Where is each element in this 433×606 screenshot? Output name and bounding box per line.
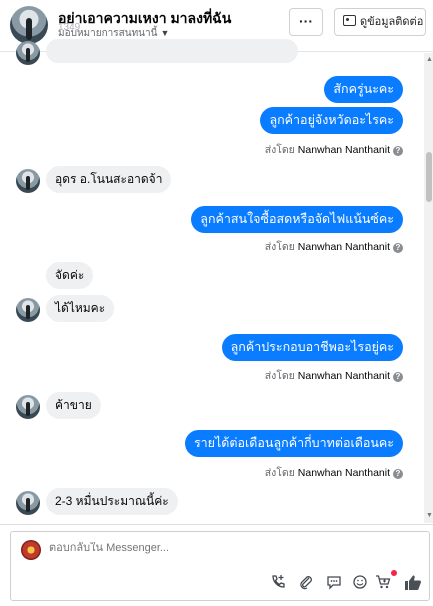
- view-contact-label: ดูข้อมูลติดต่อ: [360, 16, 424, 28]
- sent-by-label: ส่งโดย Nanwhan Nanthanit?: [265, 141, 403, 158]
- scrollbar-track[interactable]: [424, 53, 433, 523]
- emoji-icon[interactable]: [351, 574, 369, 592]
- chevron-down-icon: ▼: [160, 28, 170, 38]
- sender-avatar: [16, 41, 40, 65]
- contact-avatar[interactable]: [10, 6, 48, 44]
- message-bubble-incoming: ค้าขาย: [46, 392, 101, 419]
- message-bubble-incoming: 2-3 หมื่นประมาณนี้ค่ะ: [46, 488, 178, 515]
- message-bubble-incoming: จัดค่ะ: [46, 262, 94, 289]
- view-contact-button[interactable]: ดูข้อมูลติดต่อ: [334, 8, 426, 36]
- message-bubble-outgoing: รายได้ต่อเดือนลูกค้ากี่บาทต่อเดือนคะ: [184, 430, 403, 457]
- help-icon[interactable]: ?: [393, 469, 403, 479]
- message-bubble-partial: [46, 39, 298, 63]
- message-bubble-incoming: ได้ไหมคะ: [46, 295, 115, 322]
- scroll-up-arrow-icon[interactable]: ▲: [426, 56, 433, 63]
- sent-by-label: ส่งโดย Nanwhan Nanthanit?: [265, 367, 403, 384]
- help-icon[interactable]: ?: [393, 146, 403, 156]
- like-icon[interactable]: [404, 574, 422, 592]
- page-avatar: [21, 540, 41, 560]
- message-bubble-outgoing: ลูกค้าสนใจซื้อสดหรือจัดไฟแน้นซ์คะ: [191, 206, 403, 233]
- sent-by-label: ส่งโดย Nanwhan Nanthanit?: [265, 464, 403, 481]
- contact-card-icon: [343, 15, 356, 26]
- attachment-icon[interactable]: [297, 574, 315, 592]
- composer-toolbar: [11, 570, 429, 592]
- notification-dot: [391, 570, 397, 576]
- sender-avatar: [16, 491, 40, 515]
- message-bubble-incoming: อุดร อ.โนนสะอาดจ้า: [46, 166, 172, 193]
- scrollbar-thumb[interactable]: [426, 152, 432, 202]
- phone-plus-icon[interactable]: [269, 574, 287, 592]
- reply-input[interactable]: [49, 542, 349, 554]
- message-bubble-outgoing: ลูกค้าประกอบอาชีพอะไรอยู่คะ: [221, 334, 403, 361]
- message-bubble-outgoing: ลูกค้าอยู่จังหวัดอะไรคะ: [260, 107, 403, 134]
- subtitle-ghost-text: 1349: [58, 22, 81, 33]
- help-icon[interactable]: ?: [393, 243, 403, 253]
- sender-avatar: [16, 169, 40, 193]
- speech-bubble-icon[interactable]: [325, 574, 343, 592]
- message-composer: [0, 524, 433, 606]
- sender-avatar: [16, 298, 40, 322]
- more-options-button[interactable]: ···: [289, 8, 323, 36]
- message-bubble-outgoing: สักครู่นะคะ: [324, 76, 403, 103]
- message-thread[interactable]: สักครู่นะคะ ลูกค้าอยู่จังหวัดอะไรคะ ส่งโ…: [0, 39, 424, 523]
- sent-by-label: ส่งโดย Nanwhan Nanthanit?: [265, 238, 403, 255]
- scroll-down-arrow-icon[interactable]: ▼: [426, 512, 433, 519]
- sender-avatar: [16, 395, 40, 419]
- composer-box[interactable]: [10, 531, 430, 601]
- help-icon[interactable]: ?: [393, 372, 403, 382]
- cart-icon[interactable]: [375, 574, 393, 592]
